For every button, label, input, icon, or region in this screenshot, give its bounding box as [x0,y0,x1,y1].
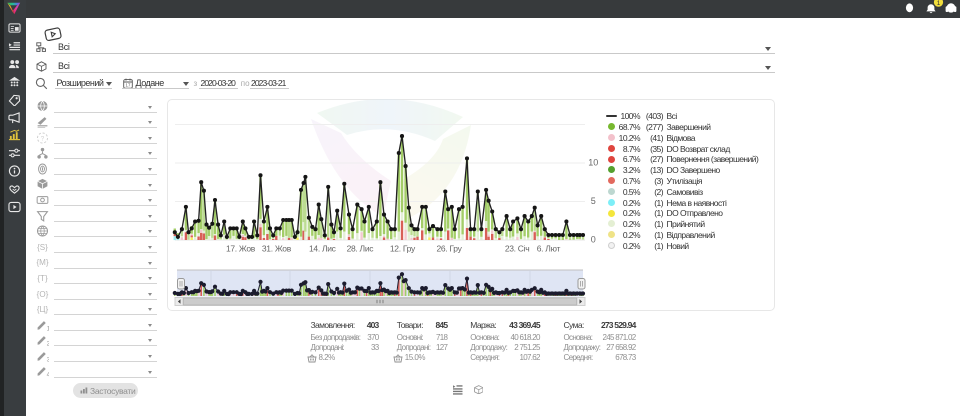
svg-text:{О}: {О} [36,290,48,299]
svg-text:3: 3 [46,356,48,362]
svg-text:31. Жов: 31. Жов [262,244,292,254]
svg-text:10: 10 [588,158,598,168]
svg-text:14. Лис: 14. Лис [309,244,337,254]
svg-text:{Ц}: {Ц} [36,305,48,314]
svg-text:2: 2 [46,341,48,347]
svg-text:0: 0 [591,235,596,245]
svg-text:{Т}: {Т} [37,274,48,283]
svg-text:{S}: {S} [37,243,48,252]
svg-text:28. Лис: 28. Лис [347,244,375,254]
svg-text:{М}: {М} [36,258,48,267]
svg-text:1: 1 [937,0,941,7]
svg-text:23. Січ: 23. Січ [505,244,530,254]
svg-text:26. Гру: 26. Гру [436,244,462,254]
svg-text:17. Жов: 17. Жов [226,244,256,254]
svg-text:5: 5 [591,196,596,206]
svg-text:12. Гру: 12. Гру [390,244,416,254]
svg-text:4: 4 [46,372,48,378]
svg-text:17: 17 [126,82,131,87]
svg-text:?: ? [40,135,44,142]
svg-text:1: 1 [46,325,48,331]
svg-text:6. Лют: 6. Лют [537,244,561,254]
